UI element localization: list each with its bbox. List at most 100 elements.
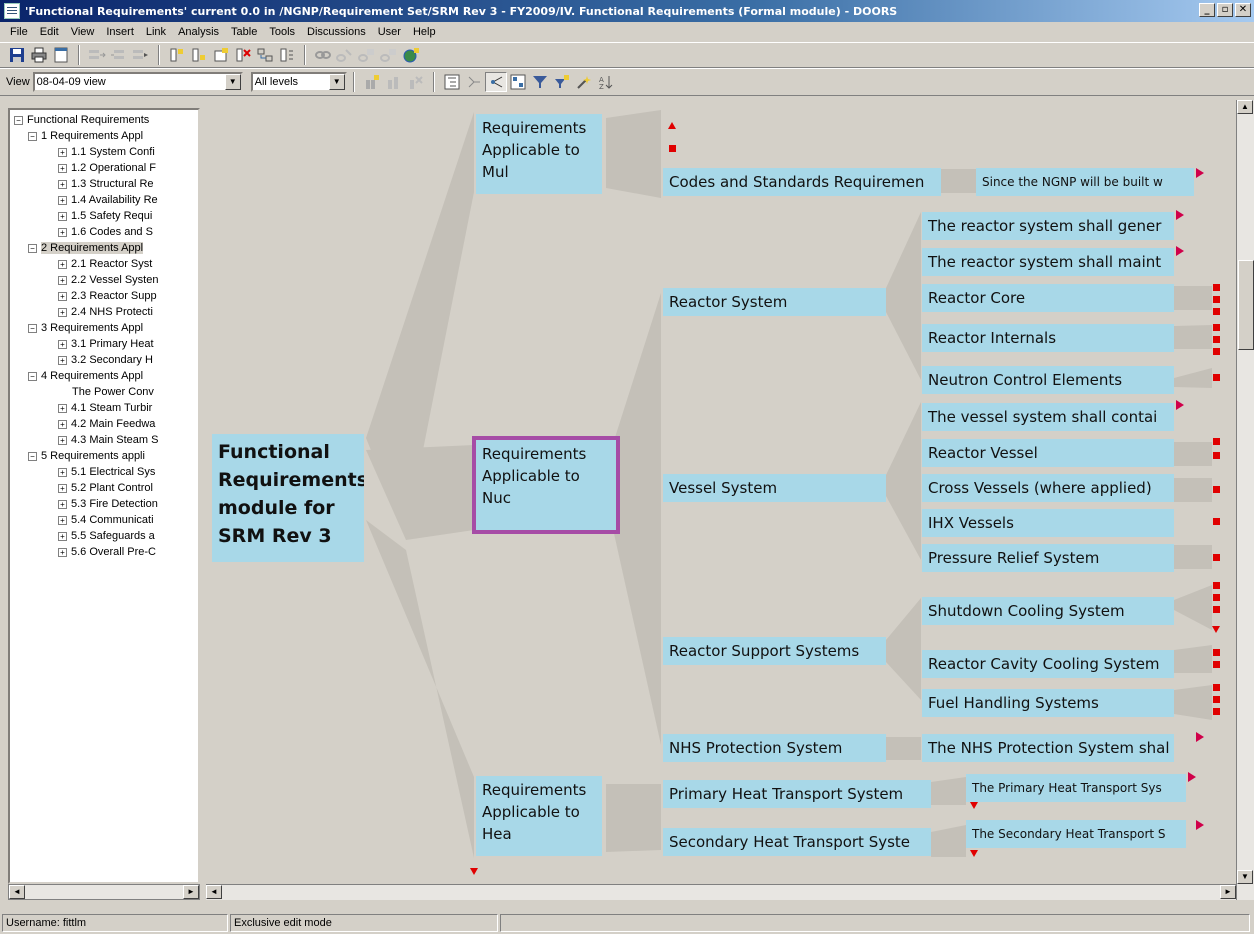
tree-item[interactable]: + 4.1 Steam Turbir	[58, 400, 152, 416]
expand-marker-icon[interactable]	[1213, 452, 1220, 459]
expand-icon[interactable]: +	[58, 227, 67, 237]
menu-help[interactable]: Help	[407, 26, 442, 38]
node-reactor-gener[interactable]: The reactor system shall gener	[922, 212, 1174, 240]
expand-marker-icon[interactable]	[1213, 284, 1220, 291]
menu-link[interactable]: Link	[140, 26, 172, 38]
tree-item[interactable]: + 1.2 Operational F	[58, 160, 156, 176]
node-shutdown-cooling[interactable]: Shutdown Cooling System	[922, 597, 1174, 625]
tree-item[interactable]: + 2.3 Reactor Supp	[58, 288, 157, 304]
split-icon[interactable]	[254, 45, 276, 65]
menu-user[interactable]: User	[372, 26, 407, 38]
insert-table-icon[interactable]	[210, 45, 232, 65]
tree-item[interactable]: + 5.1 Electrical Sys	[58, 464, 155, 480]
show-outline-icon[interactable]	[441, 72, 463, 92]
expand-icon[interactable]: +	[58, 547, 67, 557]
node-since-ngnp[interactable]: Since the NGNP will be built w	[976, 168, 1194, 196]
expand-marker-icon[interactable]	[1213, 324, 1220, 331]
expand-marker-icon[interactable]	[1213, 649, 1220, 656]
insert-heading-icon[interactable]	[166, 45, 188, 65]
chevron-down-icon[interactable]: ▼	[328, 74, 345, 90]
expand-icon[interactable]: +	[58, 515, 67, 525]
expand-icon[interactable]: +	[58, 419, 67, 429]
collapse-icon[interactable]: −	[28, 371, 37, 381]
node-secondary-heat[interactable]: Secondary Heat Transport Syste	[663, 828, 931, 856]
tree-item-leaf[interactable]: The Power Conv	[72, 384, 154, 400]
filter-icon[interactable]	[529, 72, 551, 92]
expand-marker-icon[interactable]	[1213, 308, 1220, 315]
root-node[interactable]: Functional Requirements module for SRM R…	[212, 434, 364, 562]
more-text-icon[interactable]	[1196, 820, 1204, 830]
save-icon[interactable]	[6, 45, 28, 65]
tree-item[interactable]: + 1.5 Safety Requi	[58, 208, 152, 224]
collapse-down-icon[interactable]	[1212, 626, 1220, 633]
expand-icon[interactable]: +	[58, 435, 67, 445]
tools-wand-icon[interactable]	[573, 72, 595, 92]
expand-marker-icon[interactable]	[1213, 684, 1220, 691]
expand-marker-icon[interactable]	[1213, 348, 1220, 355]
insert-child-icon[interactable]	[188, 45, 210, 65]
node-reactor-support[interactable]: Reactor Support Systems	[663, 637, 886, 665]
tree-item[interactable]: + 3.1 Primary Heat	[58, 336, 154, 352]
expand-marker-icon[interactable]	[1213, 661, 1220, 668]
maximize-button[interactable]: ▫	[1217, 3, 1233, 17]
doors-app-icon[interactable]	[4, 3, 20, 19]
menu-analysis[interactable]: Analysis	[172, 26, 225, 38]
menu-file[interactable]: File	[4, 26, 34, 38]
more-text-icon[interactable]	[1196, 168, 1204, 178]
show-links-icon[interactable]	[463, 72, 485, 92]
tree-item-section-4[interactable]: − 4 Requirements Appl	[28, 368, 143, 384]
tree-horizontal-scrollbar[interactable]: ◄ ►	[8, 884, 200, 900]
more-text-icon[interactable]	[1176, 246, 1184, 256]
edit-column-icon[interactable]	[383, 72, 405, 92]
view-select[interactable]: 08-04-09 view ▼	[32, 72, 243, 92]
expand-marker-icon[interactable]	[1213, 486, 1220, 493]
tree-item[interactable]: + 5.5 Safeguards a	[58, 528, 155, 544]
expand-icon[interactable]: +	[58, 355, 67, 365]
delete-object-icon[interactable]	[232, 45, 254, 65]
print-icon[interactable]	[28, 45, 50, 65]
node-pressure-relief[interactable]: Pressure Relief System	[922, 544, 1174, 572]
scroll-right-icon[interactable]: ►	[183, 885, 199, 899]
insert-column-icon[interactable]	[361, 72, 383, 92]
expand-marker-icon[interactable]	[669, 145, 676, 152]
collapse-down-icon[interactable]	[970, 802, 978, 809]
expand-icon[interactable]: +	[58, 307, 67, 317]
vertical-scroll-thumb[interactable]	[1238, 260, 1254, 350]
expand-marker-icon[interactable]	[1213, 554, 1220, 561]
scroll-right-icon[interactable]: ►	[1220, 885, 1236, 899]
tree-item[interactable]: + 5.4 Communicati	[58, 512, 154, 528]
node-vessel-contai[interactable]: The vessel system shall contai	[922, 403, 1174, 431]
scroll-up-icon[interactable]: ▲	[1237, 100, 1253, 114]
tree-item[interactable]: + 1.4 Availability Re	[58, 192, 158, 208]
expand-icon[interactable]: +	[58, 339, 67, 349]
expand-icon[interactable]: +	[58, 211, 67, 221]
expand-marker-icon[interactable]	[1213, 708, 1220, 715]
expand-marker-icon[interactable]	[1213, 336, 1220, 343]
expand-icon[interactable]: +	[58, 499, 67, 509]
sort-objects-icon[interactable]	[276, 45, 298, 65]
node-req-nuc[interactable]: Requirements Applicable to Nuc	[472, 436, 620, 534]
expand-icon[interactable]: +	[58, 195, 67, 205]
collapse-down-icon[interactable]	[970, 850, 978, 857]
expand-icon[interactable]: +	[58, 163, 67, 173]
tree-item[interactable]: + 4.2 Main Feedwa	[58, 416, 155, 432]
expand-marker-icon[interactable]	[1213, 518, 1220, 525]
module-explorer-tree[interactable]: − Functional Requirements − 1 Requiremen…	[8, 108, 200, 884]
node-ihx-vessels[interactable]: IHX Vessels	[922, 509, 1174, 537]
expand-icon[interactable]: +	[58, 179, 67, 189]
outdent-icon[interactable]	[130, 45, 152, 65]
node-neutron-control[interactable]: Neutron Control Elements	[922, 366, 1174, 394]
diagram-horizontal-scrollbar[interactable]: ◄ ►	[206, 884, 1236, 900]
expand-icon[interactable]: +	[58, 291, 67, 301]
menu-tools[interactable]: Tools	[263, 26, 301, 38]
tree-item-section-5[interactable]: − 5 Requirements appli	[28, 448, 145, 464]
collapse-icon[interactable]: −	[28, 323, 37, 333]
tree-item[interactable]: + 4.3 Main Steam S	[58, 432, 158, 448]
tree-item-section-2[interactable]: − 2 Requirements Appl	[28, 240, 144, 256]
link-end-icon[interactable]	[378, 45, 400, 65]
tree-diagram-view[interactable]: Functional Requirements module for SRM R…	[206, 100, 1236, 884]
node-vessel-system[interactable]: Vessel System	[663, 474, 886, 502]
tree-item[interactable]: + 1.6 Codes and S	[58, 224, 153, 240]
link-icon[interactable]	[312, 45, 334, 65]
chevron-down-icon[interactable]: ▼	[224, 74, 241, 90]
